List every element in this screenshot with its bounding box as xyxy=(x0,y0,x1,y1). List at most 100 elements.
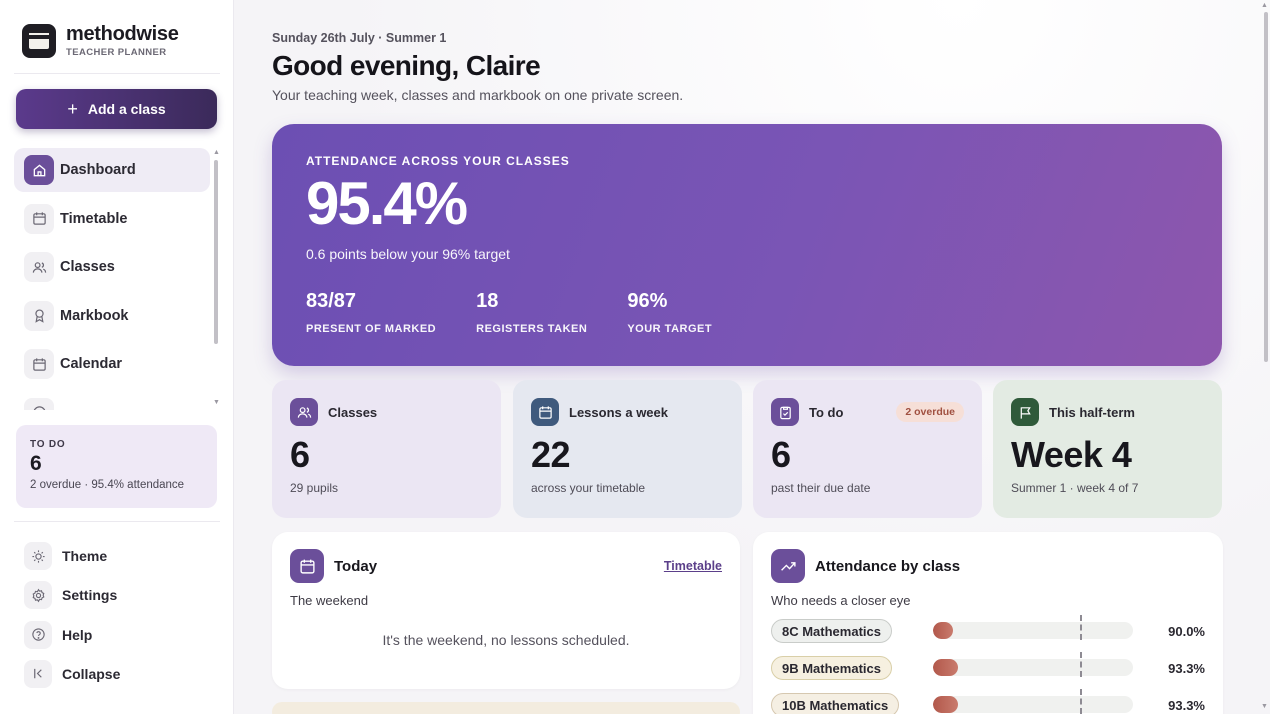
stat-title: Lessons a week xyxy=(569,404,668,420)
calendar-icon xyxy=(531,398,559,426)
sidebar-item-calendar[interactable]: Calendar xyxy=(14,342,210,386)
settings-button[interactable]: Settings xyxy=(24,581,120,610)
hero-stat-value: 18 xyxy=(476,290,499,312)
stat-title: To do xyxy=(809,404,844,420)
calendar-icon xyxy=(24,203,54,234)
sidebar-item-label: Calendar xyxy=(60,356,123,373)
today-panel: Today Timetable The weekend It's the wee… xyxy=(272,532,740,689)
sidebar-todo-card[interactable]: TO DO 6 2 overdue · 95.4% attendance xyxy=(16,425,217,508)
attendance-by-class-panel: Attendance by class Who needs a closer e… xyxy=(753,532,1223,714)
hero-stat-value: 96% xyxy=(627,290,668,312)
stat-sub: 29 pupils xyxy=(290,481,339,495)
stat-value: 6 xyxy=(290,434,310,475)
sidebar-item-label: Timetable xyxy=(60,210,128,227)
stat-value: 6 xyxy=(771,434,791,475)
calendar-icon xyxy=(290,549,324,583)
class-pill[interactable]: 9B Mathematics xyxy=(771,656,892,680)
today-sub: The weekend xyxy=(290,593,369,608)
scroll-down-arrow-icon[interactable]: ▼ xyxy=(1261,703,1268,710)
attendance-hero-card: ATTENDANCE ACROSS YOUR CLASSES 95.4% 0.6… xyxy=(272,124,1222,366)
next-panel-edge xyxy=(272,702,740,714)
attendance-bar-fill xyxy=(933,659,958,676)
stat-card-todo[interactable]: To do 2 overdue 6 past their due date xyxy=(753,380,982,518)
sidebar-item-label: Classes xyxy=(60,259,115,276)
stat-title: Classes xyxy=(328,404,378,420)
todo-summary: 2 overdue · 95.4% attendance xyxy=(30,479,185,491)
attendance-bar-track xyxy=(933,696,1133,713)
overdue-badge: 2 overdue xyxy=(896,402,964,422)
main-content: Sunday 26th July · Summer 1 Good evening… xyxy=(234,0,1270,714)
attendance-bar-fill xyxy=(933,622,953,639)
attendance-bar-fill xyxy=(933,696,958,713)
hero-stat: 18 REGISTERS TAKEN xyxy=(476,290,587,335)
add-class-label: Add a class xyxy=(87,101,166,117)
today-empty-message: It's the weekend, no lessons scheduled. xyxy=(382,632,630,648)
scroll-down-arrow-icon[interactable]: ▼ xyxy=(213,399,220,406)
scroll-up-arrow-icon[interactable]: ▲ xyxy=(213,149,220,156)
theme-button[interactable]: Theme xyxy=(24,542,120,570)
brand-name: methodwise xyxy=(66,23,179,45)
attendance-sub: Who needs a closer eye xyxy=(771,593,911,608)
trend-up-icon xyxy=(771,549,805,583)
sun-icon xyxy=(24,542,52,570)
brand-logo xyxy=(22,24,56,58)
theme-label: Theme xyxy=(62,548,108,564)
sidebar-bottom-nav: Theme Settings Help Collapse xyxy=(24,542,120,699)
help-label: Help xyxy=(62,626,93,643)
stat-sub: Summer 1 · week 4 of 7 xyxy=(1011,481,1139,495)
target-marker xyxy=(1080,615,1082,640)
brand-subtitle: TEACHER PLANNER xyxy=(66,47,167,58)
sidebar-item-timetable[interactable]: Timetable xyxy=(14,197,210,241)
sidebar-item-dashboard[interactable]: Dashboard xyxy=(14,148,210,192)
help-button[interactable]: Help xyxy=(24,620,120,649)
stat-card-lessons[interactable]: Lessons a week 22 across your timetable xyxy=(513,380,742,518)
sidebar-item-partial[interactable] xyxy=(14,391,210,410)
brand[interactable]: methodwise TEACHER PLANNER xyxy=(22,24,179,58)
sidebar-item-markbook[interactable]: Markbook xyxy=(14,294,210,338)
help-icon xyxy=(24,620,52,649)
class-pill[interactable]: 8C Mathematics xyxy=(771,619,892,643)
timetable-link[interactable]: Timetable xyxy=(664,559,722,573)
class-pill[interactable]: 10B Mathematics xyxy=(771,693,900,714)
hero-stat: 96% YOUR TARGET xyxy=(627,290,712,335)
today-title: Today xyxy=(334,557,378,575)
attendance-row[interactable]: 8C Mathematics 90.0% xyxy=(771,615,1205,643)
sidebar-scroll-thumb[interactable] xyxy=(214,160,218,344)
target-marker xyxy=(1080,689,1082,714)
stat-card-classes[interactable]: Classes 6 29 pupils xyxy=(272,380,501,518)
sidebar-item-classes[interactable]: Classes xyxy=(14,245,210,289)
award-icon xyxy=(24,300,54,331)
clipboard-icon xyxy=(771,398,799,426)
date-line: Sunday 26th July · Summer 1 xyxy=(272,31,447,45)
sidebar-item-label: Dashboard xyxy=(60,162,136,178)
hero-stat-label: PRESENT OF MARKED xyxy=(306,323,437,335)
sidebar-nav: Dashboard Timetable Classes Markbook Cal… xyxy=(14,148,210,410)
collapse-button[interactable]: Collapse xyxy=(24,659,121,688)
sidebar: methodwise TEACHER PLANNER + Add a class… xyxy=(0,0,234,714)
attendance-value: 90.0% xyxy=(1168,623,1205,639)
stat-sub: across your timetable xyxy=(531,481,646,495)
page-subtitle: Your teaching week, classes and markbook… xyxy=(272,87,684,103)
users-icon xyxy=(24,252,54,283)
attendance-title: Attendance by class xyxy=(815,557,961,575)
hero-stat-value: 83/87 xyxy=(306,290,357,312)
home-icon xyxy=(24,155,54,185)
divider xyxy=(14,73,220,74)
globe-icon xyxy=(24,397,54,410)
attendance-row[interactable]: 10B Mathematics 93.3% xyxy=(771,689,1205,714)
page-title: Good evening, Claire xyxy=(272,50,541,81)
hero-stats: 83/87 PRESENT OF MARKED 18 REGISTERS TAK… xyxy=(306,290,1188,335)
stat-value: Week 4 xyxy=(1011,434,1132,475)
scroll-up-arrow-icon[interactable]: ▲ xyxy=(1261,2,1268,9)
plus-icon: + xyxy=(67,99,78,119)
hero-label: ATTENDANCE ACROSS YOUR CLASSES xyxy=(306,154,570,168)
todo-count: 6 xyxy=(30,452,42,475)
page-scroll-thumb[interactable] xyxy=(1264,12,1268,362)
stat-card-half-term[interactable]: This half-term Week 4 Summer 1 · week 4 … xyxy=(993,380,1222,518)
stat-title: This half-term xyxy=(1049,404,1135,420)
attendance-value: 93.3% xyxy=(1168,697,1205,713)
add-class-button[interactable]: + Add a class xyxy=(16,89,217,129)
collapse-label: Collapse xyxy=(62,665,121,682)
attendance-row[interactable]: 9B Mathematics 93.3% xyxy=(771,652,1205,680)
hero-stat: 83/87 PRESENT OF MARKED xyxy=(306,290,436,335)
